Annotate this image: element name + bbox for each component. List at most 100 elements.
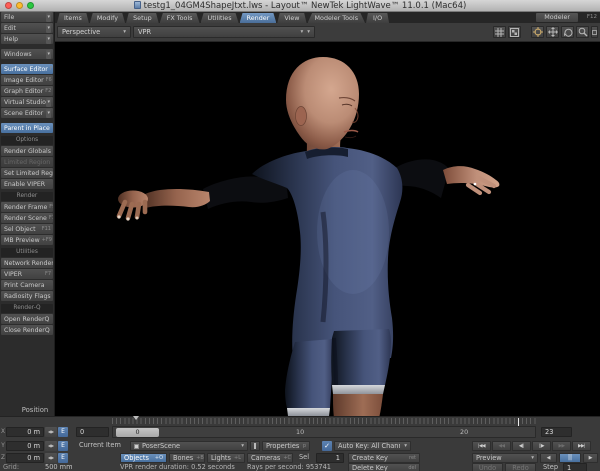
pan-view-icon[interactable] [546,26,559,38]
tab-fx-tools[interactable]: FX Tools [159,13,200,23]
grid-value: 500 mm [45,463,73,471]
step-back-button[interactable]: ◀|| [512,441,531,451]
tab-io[interactable]: I/O [366,13,390,23]
sidebar-item-radiosity-flags[interactable]: Radiosity Flags [1,291,53,301]
window-title: testg1_04GM4ShapeJtxt.lws - Layout™ NewT… [0,0,600,12]
sidebar-item-render-frame[interactable]: Render FrameF9 [1,202,53,212]
chevron-down-icon: ▾ [46,49,51,59]
sidebar-item-set-limited-region[interactable]: Set Limited Reg... [1,168,53,178]
autokey-checkbox[interactable]: ✓ [322,441,332,451]
tick-label-20: 20 [460,428,469,436]
human-figure [116,57,500,416]
undo-button[interactable]: Undo [472,463,503,471]
tick-label-10: 10 [296,428,305,436]
step-label: Step [543,463,559,471]
delete-key-button[interactable]: Delete Key del [348,463,420,471]
chevron-down-icon: ▾ [46,34,51,44]
sidebar-item-viper[interactable]: VIPER F7 [1,269,53,279]
center-item-icon[interactable] [531,26,544,38]
position-y-value[interactable]: 0 m [6,441,44,451]
create-key-button[interactable]: Create Key ret [348,453,420,463]
pause-button[interactable]: || [559,453,581,463]
position-x-value[interactable]: 0 m [6,427,44,437]
sidebar-item-surface-editor[interactable]: Surface EditorF5 [1,64,53,74]
sidebar-item-virtual-studio[interactable]: Virtual Studio ▾ [1,97,53,107]
sidebar-section-render: Render [1,192,53,201]
sidebar-item-enable-viper[interactable]: Enable VIPER [1,179,53,189]
sidebar-item-parent-in-place[interactable]: Parent in Place [1,123,53,133]
sidebar-item-help[interactable]: Help ▾ [1,34,53,44]
position-y-row: Y 0 m ◀▶ E [0,440,75,452]
stepper-icon[interactable]: ◀▶ [45,427,57,437]
sidebar-item-mb-preview[interactable]: MB Preview +F9 [1,235,53,245]
render-mode-dropdown[interactable]: VPR ▾ ▾ [133,26,315,38]
stepper-icon[interactable]: ◀▶ [45,441,57,451]
sidebar-item-windows[interactable]: Windows ▾ [1,49,53,59]
envelope-button[interactable]: E [58,441,68,451]
chevron-down-icon: ▾ [46,108,51,118]
envelope-button[interactable]: E [58,427,68,437]
autokey-dropdown[interactable]: Auto Key: All Chann...▾ [334,441,411,451]
timeline-handle[interactable]: 0 [116,428,159,437]
sidebar-item-print-camera[interactable]: Print Camera [1,280,53,290]
chevron-down-icon: ▾ [307,29,310,35]
headlight-toggle-icon[interactable] [508,26,521,38]
go-first-frame-button[interactable]: |◀◀ [472,441,491,451]
sidebar-item-render-scene[interactable]: Render SceneF10 [1,213,53,223]
sidebar-item-sel-object[interactable]: Sel Object F11 [1,224,53,234]
step-field[interactable]: 1 [563,463,587,471]
tab-modify[interactable]: Modify [89,13,126,23]
sidebar-item-file[interactable]: File ▾ [1,12,53,22]
tab-setup[interactable]: Setup [126,13,159,23]
step-forward-button[interactable]: ||▶ [532,441,551,451]
chevron-down-icon: ▾ [46,23,51,33]
scene-item-icon [134,443,139,449]
tab-utilities[interactable]: Utilities [200,13,239,23]
sidebar-item-render-globals[interactable]: Render GlobalsF8 [1,146,53,156]
rotate-view-icon[interactable] [561,26,574,38]
sidebar-item-close-renderq[interactable]: Close RenderQ [1,325,53,335]
sel-label: Sel [299,453,310,461]
item-list-button[interactable] [250,441,260,451]
end-frame-field[interactable]: 23 [541,427,572,437]
grid-toggle-icon[interactable] [493,26,506,38]
timeline-ruler[interactable] [112,418,536,424]
sidebar-item-graph-editor[interactable]: Graph Editor F2 [1,86,53,96]
chevron-down-icon: ▾ [300,29,304,35]
sidebar-section-render-q: Render-Q [1,304,53,313]
current-frame-field[interactable]: 0 [76,427,109,437]
timeline-slider[interactable]: 0 10 20 [112,426,536,438]
modeler-button[interactable]: Modeler [536,13,578,22]
prev-key-button[interactable]: ◀◀ [492,441,511,451]
sidebar-item-image-editor[interactable]: Image Editor F6 [1,75,53,85]
redo-button[interactable]: Redo [505,463,536,471]
view-mode-dropdown[interactable]: Perspective ▾ [57,26,131,38]
sidebar-section-options: Options [1,136,53,145]
titlebar[interactable]: testg1_04GM4ShapeJtxt.lws - Layout™ NewT… [0,0,600,12]
tab-view[interactable]: View [277,13,307,23]
maximize-viewport-icon[interactable] [591,26,598,38]
sidebar-item-scene-editor[interactable]: Scene Editor ▾ [1,108,53,118]
go-last-frame-button[interactable]: ▶▶| [572,441,591,451]
properties-button[interactable]: Properties p [262,441,310,451]
bottom-panel: X 0 m ◀▶ E 0 0 10 20 23 Y 0 m ◀▶ E Curre… [0,416,600,471]
tab-modeler-tools[interactable]: Modeler Tools [307,13,366,23]
sidebar-item-network-render[interactable]: Network Render [1,258,53,268]
zoom-button[interactable] [27,2,34,9]
sidebar-section-utilities: Utilities [1,248,53,257]
next-key-button[interactable]: ▶▶ [552,441,571,451]
perspective-viewport[interactable] [55,42,600,416]
view-mode-label: Perspective [62,28,101,36]
current-item-dropdown[interactable]: PoserScene ▾ [130,441,248,451]
chevron-down-icon: ▾ [241,443,244,449]
sidebar-item-edit[interactable]: Edit ▾ [1,23,53,33]
tab-items[interactable]: Items [57,13,89,23]
minimize-button[interactable] [16,2,23,9]
preview-dropdown[interactable]: Preview ▾ [472,453,538,463]
chevron-down-icon: ▾ [404,443,407,449]
close-button[interactable] [5,2,12,9]
zoom-view-icon[interactable] [576,26,589,38]
tab-render[interactable]: Render [239,13,277,23]
play-forward-button[interactable]: ▶ [583,453,598,463]
sidebar-item-open-renderq[interactable]: Open RenderQ [1,314,53,324]
